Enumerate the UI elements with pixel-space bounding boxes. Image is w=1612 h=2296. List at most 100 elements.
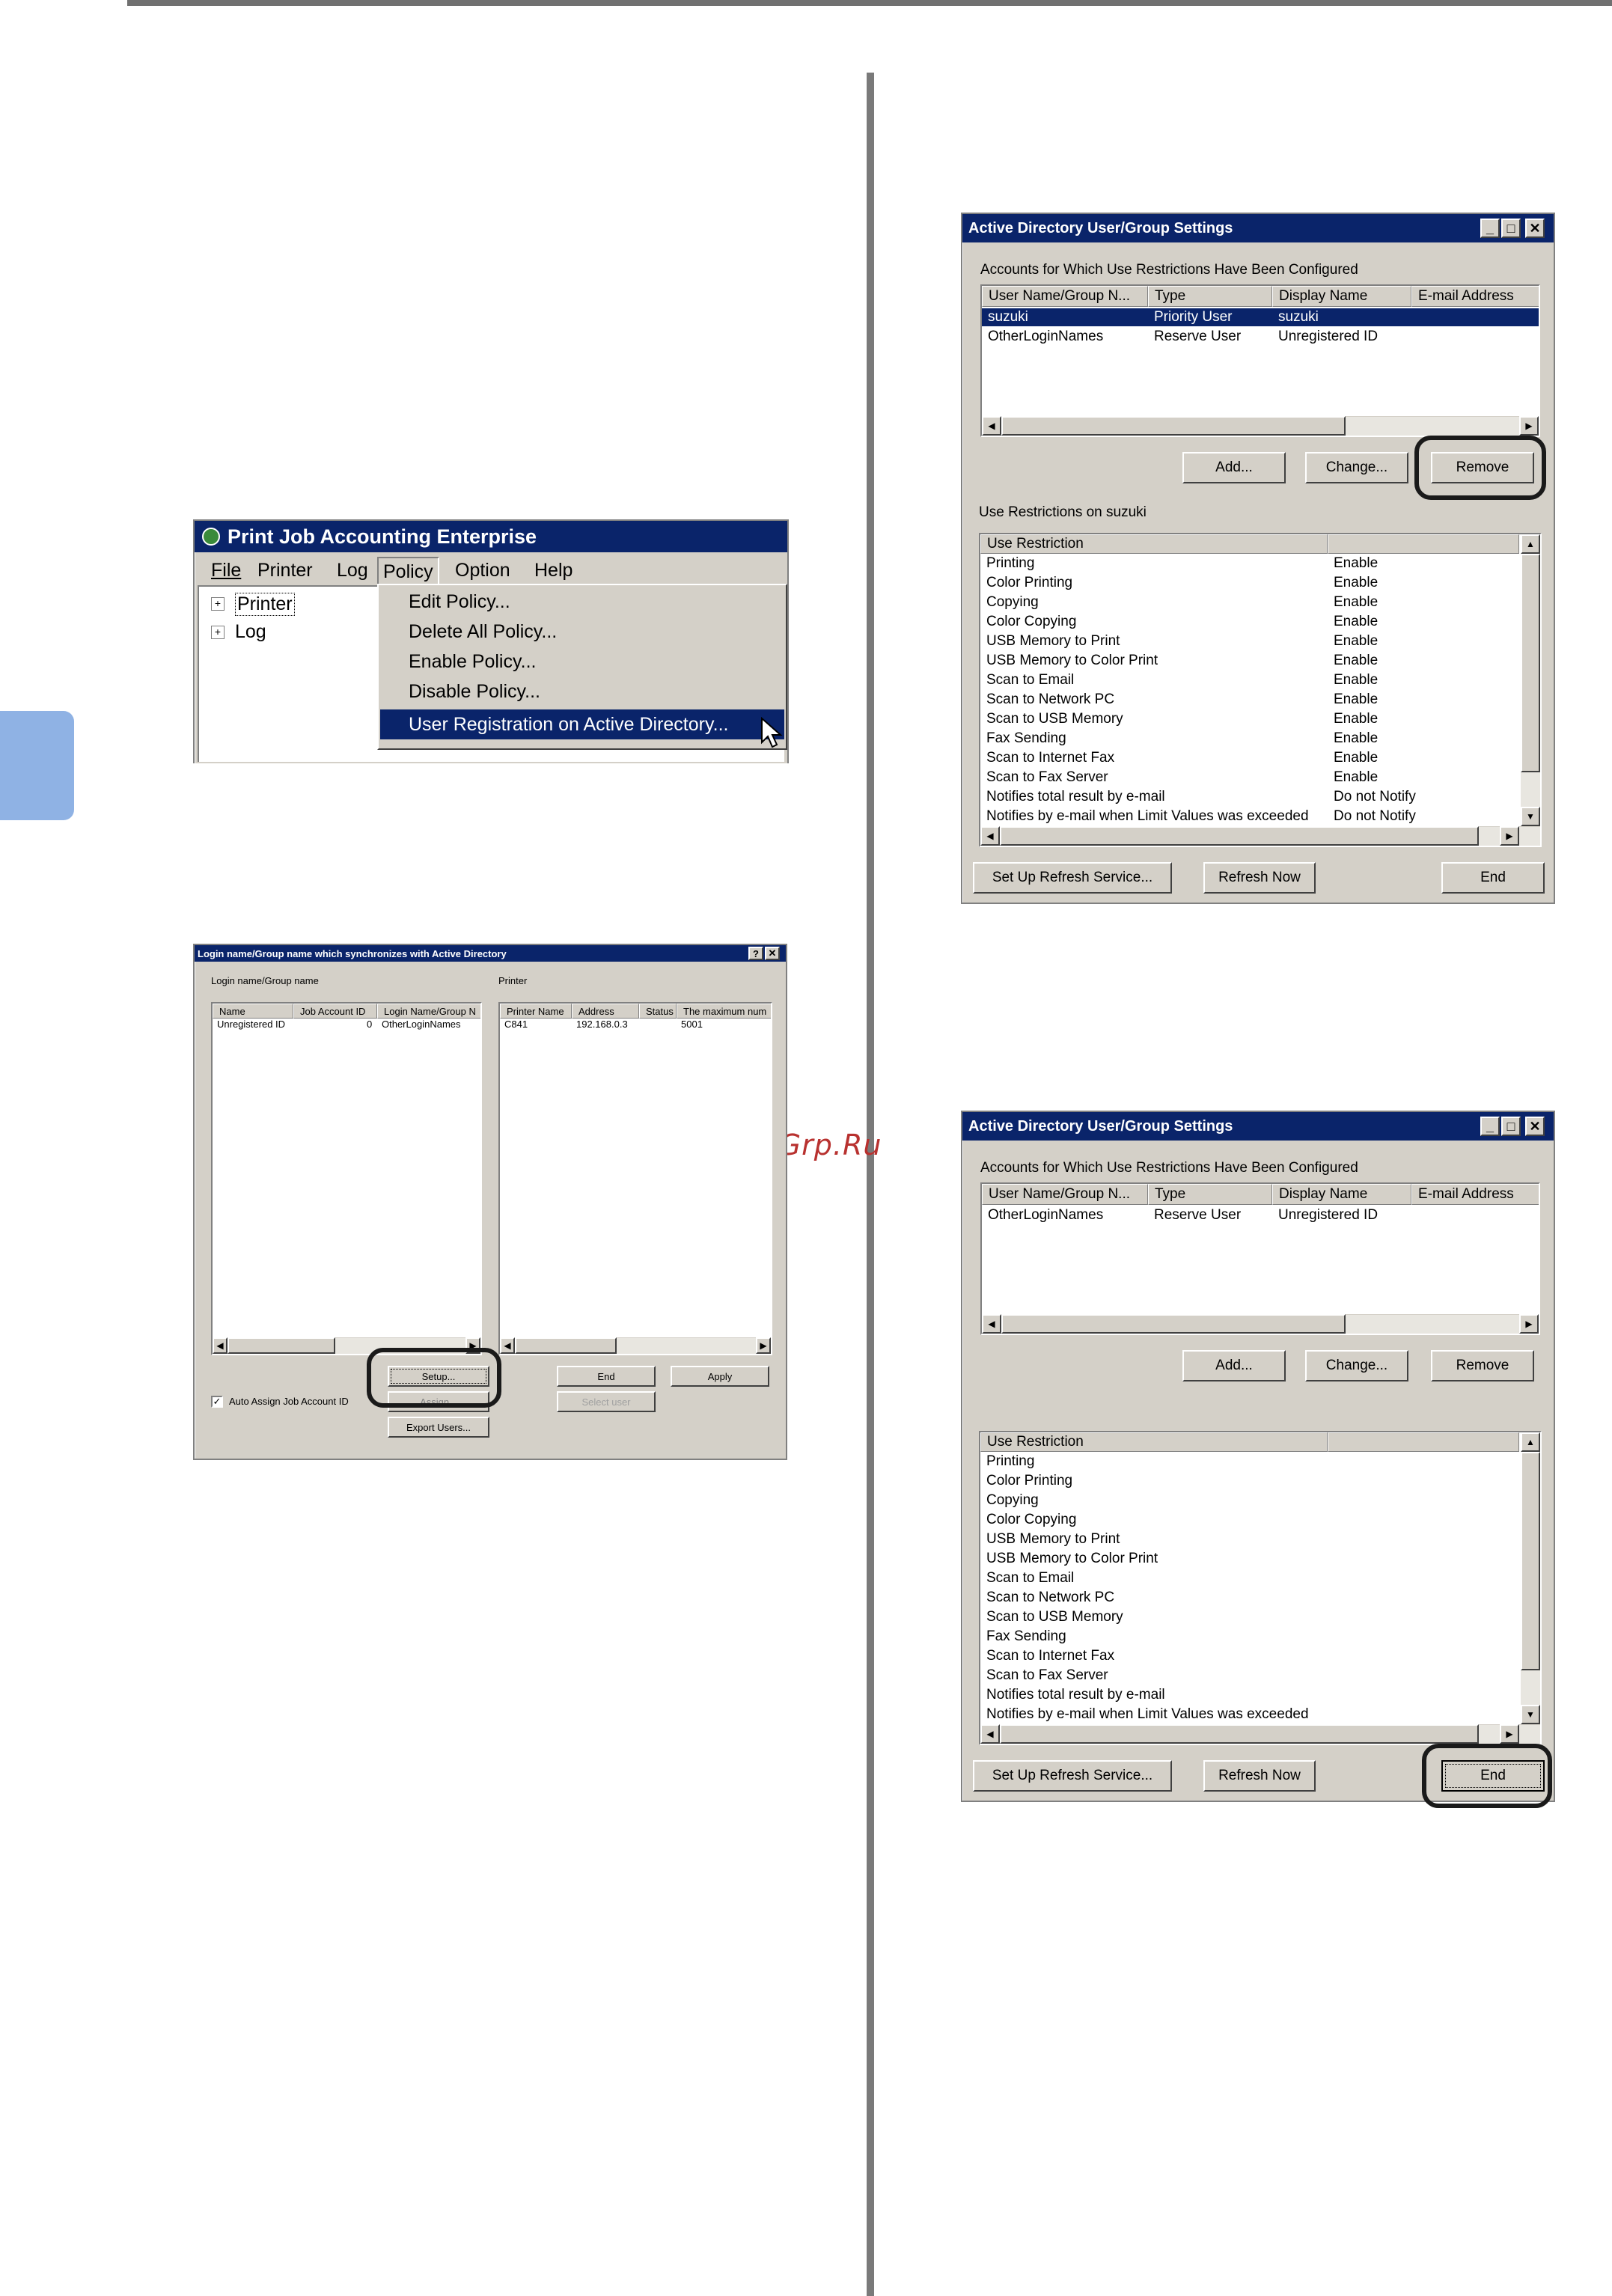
scroll-right-icon[interactable]: ▶ xyxy=(1519,1314,1539,1334)
sync-end-button[interactable]: End xyxy=(557,1366,656,1387)
menu-enable-policy[interactable]: Enable Policy... xyxy=(409,651,536,673)
col-user-name[interactable]: User Name/Group N... xyxy=(982,1184,1148,1205)
col-name[interactable]: Name xyxy=(213,1004,293,1019)
scroll-thumb[interactable] xyxy=(1000,1724,1479,1744)
col-address[interactable]: Address xyxy=(572,1004,639,1019)
account-row-selected[interactable] xyxy=(982,308,1539,326)
scroll-up-icon[interactable]: ▲ xyxy=(1521,1432,1540,1452)
restriction-name[interactable]: Notifies by e-mail when Limit Values was… xyxy=(986,808,1309,825)
restriction-name[interactable]: Printing xyxy=(986,555,1034,572)
cell-user-name[interactable]: OtherLoginNames xyxy=(988,329,1103,345)
restriction-name[interactable]: Scan to Fax Server xyxy=(986,769,1108,786)
col-restriction-value[interactable] xyxy=(1328,1432,1519,1452)
scroll-right-icon[interactable]: ▶ xyxy=(756,1337,771,1354)
select-user-button[interactable]: Select user xyxy=(557,1391,656,1412)
col-display-name[interactable]: Display Name xyxy=(1272,1184,1411,1205)
scroll-down-icon[interactable]: ▼ xyxy=(1521,807,1540,826)
restriction-name[interactable]: Scan to Email xyxy=(986,1570,1074,1587)
restriction-name[interactable]: Color Copying xyxy=(986,614,1076,630)
maximize-icon[interactable]: □ xyxy=(1501,1117,1521,1136)
add-button[interactable]: Add... xyxy=(1182,452,1286,483)
menu-disable-policy[interactable]: Disable Policy... xyxy=(409,681,540,703)
restriction-name[interactable]: USB Memory to Color Print xyxy=(986,1551,1158,1567)
tree-item-log[interactable]: Log xyxy=(235,621,266,643)
restriction-name[interactable]: USB Memory to Color Print xyxy=(986,653,1158,669)
col-email[interactable]: E-mail Address xyxy=(1411,286,1539,307)
tree-item-printer[interactable]: Printer xyxy=(235,593,295,616)
scroll-thumb[interactable] xyxy=(1521,1452,1540,1670)
tree-expand-icon[interactable]: + xyxy=(211,597,225,611)
restriction-name[interactable]: Scan to Fax Server xyxy=(986,1667,1108,1684)
help-icon[interactable]: ? xyxy=(748,947,763,960)
menu-option[interactable]: Option xyxy=(455,560,510,581)
auto-assign-checkbox[interactable]: ✓ xyxy=(211,1396,223,1408)
scroll-right-icon[interactable]: ▶ xyxy=(1500,826,1519,846)
close-icon[interactable]: ✕ xyxy=(765,947,780,960)
restriction-name[interactable]: Scan to Internet Fax xyxy=(986,750,1114,766)
menu-policy[interactable]: Policy xyxy=(377,557,439,587)
restriction-name[interactable]: USB Memory to Print xyxy=(986,633,1120,650)
scroll-left-icon[interactable]: ◀ xyxy=(500,1337,515,1354)
restriction-name[interactable]: Scan to Internet Fax xyxy=(986,1648,1114,1664)
restriction-name[interactable]: Notifies total result by e-mail xyxy=(986,1687,1165,1703)
change-button[interactable]: Change... xyxy=(1305,1350,1408,1381)
restriction-name[interactable]: Notifies by e-mail when Limit Values was… xyxy=(986,1706,1309,1723)
restriction-name[interactable]: Scan to Network PC xyxy=(986,1590,1114,1606)
col-restriction-value[interactable] xyxy=(1328,534,1519,554)
menu-file[interactable]: File xyxy=(211,560,241,581)
col-type[interactable]: Type xyxy=(1148,286,1272,307)
col-login-name[interactable]: Login Name/Group N xyxy=(377,1004,480,1019)
restriction-name[interactable]: Color Printing xyxy=(986,1473,1072,1489)
menu-printer[interactable]: Printer xyxy=(257,560,313,581)
col-user-name[interactable]: User Name/Group N... xyxy=(982,286,1148,307)
scroll-right-icon[interactable]: ▶ xyxy=(1519,416,1539,436)
col-max-num[interactable]: The maximum num xyxy=(677,1004,771,1019)
refresh-now-button[interactable]: Refresh Now xyxy=(1203,862,1316,894)
scroll-left-icon[interactable]: ◀ xyxy=(213,1337,228,1354)
col-email[interactable]: E-mail Address xyxy=(1411,1184,1539,1205)
cell-user-name[interactable]: OtherLoginNames xyxy=(988,1207,1103,1224)
scroll-left-icon[interactable]: ◀ xyxy=(982,416,1001,436)
restriction-name[interactable]: Color Printing xyxy=(986,575,1072,591)
restriction-name[interactable]: Scan to USB Memory xyxy=(986,1609,1123,1625)
menu-edit-policy[interactable]: Edit Policy... xyxy=(409,591,510,613)
scroll-down-icon[interactable]: ▼ xyxy=(1521,1705,1540,1724)
restriction-name[interactable]: Fax Sending xyxy=(986,1628,1066,1645)
col-use-restriction[interactable]: Use Restriction xyxy=(980,534,1328,554)
apply-button[interactable]: Apply xyxy=(671,1366,769,1387)
col-status[interactable]: Status xyxy=(639,1004,677,1019)
menu-log[interactable]: Log xyxy=(337,560,368,581)
scroll-right-icon[interactable]: ▶ xyxy=(1500,1724,1519,1744)
remove-button[interactable]: Remove xyxy=(1431,1350,1534,1381)
restriction-name[interactable]: USB Memory to Print xyxy=(986,1531,1120,1548)
refresh-now-button[interactable]: Refresh Now xyxy=(1203,1760,1316,1792)
restriction-name[interactable]: Scan to USB Memory xyxy=(986,711,1123,727)
export-users-button[interactable]: Export Users... xyxy=(388,1417,489,1438)
scroll-left-icon[interactable]: ◀ xyxy=(982,1314,1001,1334)
close-icon[interactable]: ✕ xyxy=(1525,219,1545,238)
restriction-name[interactable]: Printing xyxy=(986,1453,1034,1470)
minimize-icon[interactable]: _ xyxy=(1480,1117,1500,1136)
menu-delete-all-policy[interactable]: Delete All Policy... xyxy=(409,621,557,643)
restriction-name[interactable]: Fax Sending xyxy=(986,730,1066,747)
scroll-thumb[interactable] xyxy=(1521,554,1540,772)
col-use-restriction[interactable]: Use Restriction xyxy=(980,1432,1328,1452)
maximize-icon[interactable]: □ xyxy=(1501,219,1521,238)
scroll-left-icon[interactable]: ◀ xyxy=(980,1724,1000,1744)
col-display-name[interactable]: Display Name xyxy=(1272,286,1411,307)
scroll-thumb[interactable] xyxy=(515,1337,617,1354)
scroll-thumb[interactable] xyxy=(1000,826,1479,846)
tree-expand-icon[interactable]: + xyxy=(211,626,225,639)
ad1-end-button[interactable]: End xyxy=(1441,862,1545,894)
scroll-thumb[interactable] xyxy=(228,1337,335,1354)
restriction-name[interactable]: Copying xyxy=(986,594,1039,611)
col-type[interactable]: Type xyxy=(1148,1184,1272,1205)
restriction-name[interactable]: Notifies total result by e-mail xyxy=(986,789,1165,805)
menu-user-registration[interactable]: User Registration on Active Directory... xyxy=(380,709,784,739)
restriction-name[interactable]: Copying xyxy=(986,1492,1039,1509)
restriction-name[interactable]: Scan to Email xyxy=(986,672,1074,689)
setup-refresh-service-button[interactable]: Set Up Refresh Service... xyxy=(973,1760,1172,1792)
change-button[interactable]: Change... xyxy=(1305,452,1408,483)
scroll-left-icon[interactable]: ◀ xyxy=(980,826,1000,846)
cell-printer-name[interactable]: C841 xyxy=(504,1019,528,1030)
